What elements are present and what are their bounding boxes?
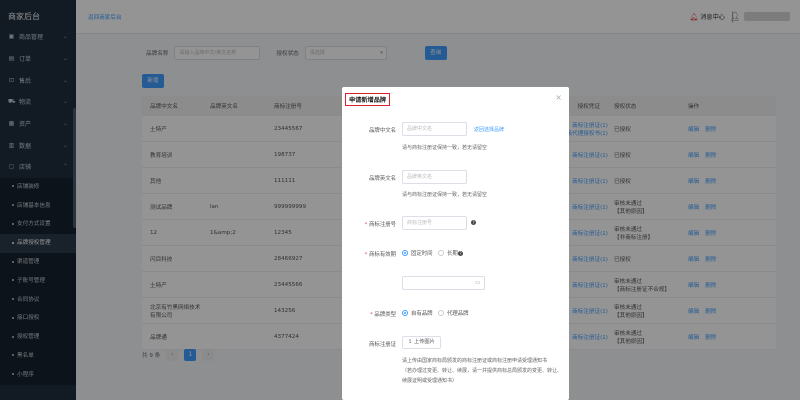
brand-type-agent-radio[interactable]: 代理品牌 (438, 309, 469, 317)
validity-long-radio[interactable]: 长期 (438, 249, 458, 257)
upload-image-button[interactable]: ⇪ 上传图片 (402, 336, 441, 349)
brand-type-label: * 品牌类型 (370, 312, 396, 318)
cert-hint-1: 请上传由国家商标局颁发的商标注册证或商标注册申请受理通知书 (402, 358, 548, 364)
reg-no-label: * 商标注册号 (364, 222, 396, 228)
brand-en-input[interactable]: 品牌英文名 (402, 170, 467, 184)
date-picker-input[interactable]: ▭ (402, 276, 485, 290)
brand-type-own-radio[interactable]: 自有品牌 (402, 309, 433, 317)
brand-cn-hint: 请与商标注册证保持一致，若无请留空 (402, 145, 488, 151)
reg-no-input[interactable]: 商标注册号 (402, 216, 467, 230)
close-icon[interactable]: × (555, 93, 562, 102)
brand-cn-input[interactable]: 品牌中文名 (402, 122, 467, 136)
add-brand-modal: 申请新增品牌 × 品牌中文名 品牌中文名 返回选择品牌 请与商标注册证保持一致，… (342, 87, 569, 400)
cert-hint-2: （若办理过变更、转让、续展，请一并提供商标总局颁发的变更、转让、 (402, 368, 563, 374)
back-to-select-brand-link[interactable]: 返回选择品牌 (474, 126, 504, 133)
help-icon[interactable]: ? (471, 220, 476, 225)
modal-title: 申请新增品牌 (345, 93, 391, 106)
brand-en-hint: 请与商标注册证保持一致，若无请留空 (402, 192, 488, 198)
brand-cn-label: 品牌中文名 (369, 128, 396, 134)
calendar-icon: ▭ (475, 280, 480, 286)
brand-en-label: 品牌英文名 (369, 176, 396, 182)
validity-label: * 商标有效期 (364, 252, 396, 258)
cert-hint-3: 续展证明或受理通知书） (402, 378, 458, 384)
help-icon[interactable]: ? (458, 251, 463, 256)
cert-label: 商标注册证 (369, 342, 396, 348)
validity-fixed-radio[interactable]: 固定时间 (402, 249, 433, 257)
